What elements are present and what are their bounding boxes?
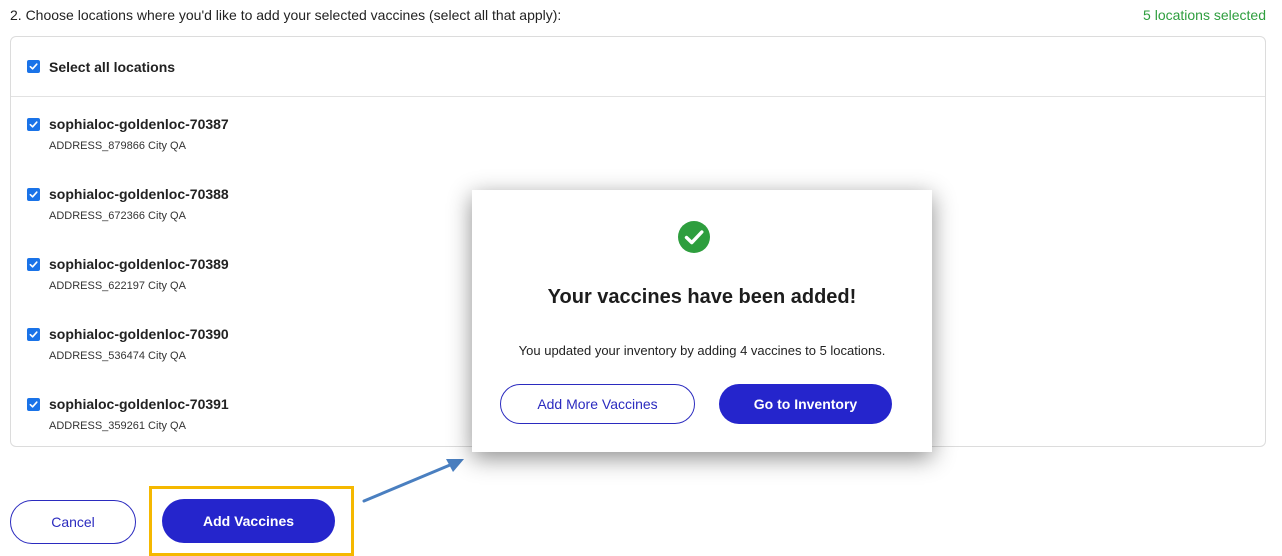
location-checkbox[interactable]	[27, 187, 40, 201]
cancel-button[interactable]: Cancel	[10, 500, 136, 544]
location-checkbox[interactable]	[27, 327, 40, 341]
step-heading: 2. Choose locations where you'd like to …	[10, 7, 562, 23]
add-more-vaccines-button[interactable]: Add More Vaccines	[500, 384, 695, 424]
modal-message: You updated your inventory by adding 4 v…	[518, 343, 886, 358]
check-circle-icon	[678, 221, 710, 253]
location-name: sophialoc-goldenloc-70391	[49, 396, 229, 412]
location-name: sophialoc-goldenloc-70390	[49, 326, 229, 342]
select-all-row[interactable]: Select all locations	[11, 37, 1265, 97]
location-checkbox[interactable]	[27, 117, 40, 131]
location-item[interactable]: sophialoc-goldenloc-70387 ADDRESS_879866…	[11, 109, 1265, 179]
location-checkbox[interactable]	[27, 397, 40, 411]
location-address: ADDRESS_879866 City QA	[49, 140, 186, 152]
go-to-inventory-button[interactable]: Go to Inventory	[719, 384, 892, 424]
select-all-label: Select all locations	[49, 58, 176, 75]
checkmark-icon	[29, 330, 38, 338]
checkmark-icon	[29, 260, 38, 268]
selected-count: 5 locations selected	[1143, 7, 1266, 23]
checkmark-icon	[29, 63, 38, 70]
location-name: sophialoc-goldenloc-70388	[49, 186, 229, 202]
success-modal: Your vaccines have been added! You updat…	[472, 190, 932, 452]
checkmark-icon	[29, 400, 38, 408]
checkmark-icon	[29, 190, 38, 198]
location-name: sophialoc-goldenloc-70387	[49, 116, 229, 132]
location-name: sophialoc-goldenloc-70389	[49, 256, 229, 272]
select-all-checkbox[interactable]	[27, 60, 40, 73]
add-vaccines-button[interactable]: Add Vaccines	[162, 499, 335, 543]
arrow-annotation-icon	[362, 459, 464, 503]
checkmark-icon	[29, 120, 38, 128]
modal-title: Your vaccines have been added!	[547, 286, 857, 308]
location-checkbox[interactable]	[27, 257, 40, 271]
